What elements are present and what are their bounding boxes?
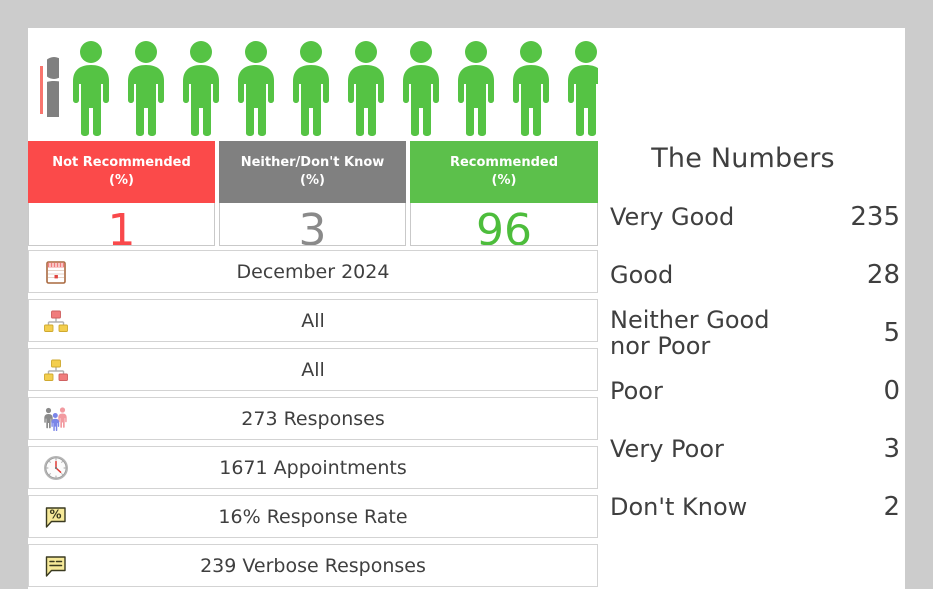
numbers-row-label: Neither Good nor Poor — [610, 306, 770, 360]
pictogram-person — [64, 38, 118, 138]
comment-bubble-icon — [41, 551, 71, 581]
pictogram-person — [449, 38, 503, 138]
pictogram-partial-red-sliver — [40, 66, 43, 114]
metric-header-line2: (%) — [491, 173, 517, 188]
numbers-row-label: Good — [610, 261, 674, 289]
numbers-row-very-poor: Very Poor 3 — [610, 420, 900, 478]
pictogram-person — [504, 38, 558, 138]
numbers-row-dont-know: Don't Know 2 — [610, 478, 900, 536]
metric-column-not-recommended: Not Recommended (%) 1 — [28, 141, 215, 246]
numbers-row-value: 28 — [866, 260, 900, 290]
detail-row-appointments[interactable]: 1671 Appointments — [28, 446, 598, 489]
numbers-row-value: 3 — [883, 434, 900, 464]
numbers-row-value: 0 — [883, 376, 900, 406]
detail-row-organisation[interactable]: All — [28, 299, 598, 342]
numbers-row-neither-good-nor-poor: Neither Good nor Poor 5 — [610, 304, 900, 362]
dashboard-page: Not Recommended (%) 1 Neither/Don't Know… — [28, 28, 905, 589]
metric-value-neither: 3 — [298, 205, 327, 246]
numbers-row-label: Don't Know — [610, 493, 748, 521]
numbers-row-label: Very Good — [610, 203, 735, 231]
numbers-row-poor: Poor 0 — [610, 362, 900, 420]
pictogram-person — [559, 38, 598, 138]
metric-column-neither: Neither/Don't Know (%) 3 — [219, 141, 406, 246]
headline-metrics-table: Not Recommended (%) 1 Neither/Don't Know… — [28, 141, 598, 246]
people-group-icon — [41, 404, 71, 434]
pictogram-partial-grey-person — [47, 54, 59, 117]
org-chart-yellow-parent-icon — [41, 355, 71, 385]
numbers-row-label: Poor — [610, 377, 663, 405]
metric-header-line2: (%) — [109, 173, 134, 188]
detail-row-label: December 2024 — [236, 260, 390, 283]
detail-row-label: 239 Verbose Responses — [200, 554, 426, 577]
metric-header-line1: Neither/Don't Know — [240, 155, 385, 170]
detail-row-period[interactable]: December 2024 — [28, 250, 598, 293]
numbers-row-label: Very Poor — [610, 435, 724, 463]
clock-icon — [41, 453, 71, 483]
detail-row-label: 16% Response Rate — [218, 505, 408, 528]
metric-header-line2: (%) — [300, 173, 325, 188]
numbers-panel-title: The Numbers — [651, 143, 835, 174]
metric-header-line1: Recommended — [449, 155, 559, 170]
org-chart-red-parent-icon — [41, 306, 71, 336]
detail-row-label: All — [301, 309, 325, 332]
metric-header-line1: Not Recommended — [52, 155, 191, 170]
numbers-row-very-good: Very Good 235 — [610, 188, 900, 246]
numbers-row-good: Good 28 — [610, 246, 900, 304]
pictogram-person — [174, 38, 228, 138]
numbers-row-value: 2 — [883, 492, 900, 522]
metric-column-recommended: Recommended (%) 96 — [410, 141, 598, 246]
svg-text:%: % — [49, 507, 61, 521]
detail-row-response-rate[interactable]: % 16% Response Rate — [28, 495, 598, 538]
numbers-row-value: 5 — [883, 318, 900, 348]
calendar-icon — [41, 257, 71, 287]
metric-value-not-recommended: 1 — [107, 205, 136, 246]
pictogram-person — [284, 38, 338, 138]
metric-value-cell-recommended: 96 — [410, 203, 598, 246]
numbers-row-value: 235 — [850, 202, 900, 232]
detail-rows-list: December 2024 All All 273 Responses 1671… — [28, 250, 598, 589]
left-column: Not Recommended (%) 1 Neither/Don't Know… — [28, 28, 598, 589]
pictogram-person — [119, 38, 173, 138]
metric-header-not-recommended: Not Recommended (%) — [28, 141, 215, 203]
metric-value-cell-neither: 3 — [219, 203, 406, 246]
metric-value-recommended: 96 — [476, 205, 532, 246]
detail-row-sub-organisation[interactable]: All — [28, 348, 598, 391]
detail-row-label: 1671 Appointments — [219, 456, 407, 479]
detail-row-responses[interactable]: 273 Responses — [28, 397, 598, 440]
metric-header-neither: Neither/Don't Know (%) — [219, 141, 406, 203]
detail-row-verbose-responses[interactable]: 239 Verbose Responses — [28, 544, 598, 587]
pictogram-person — [339, 38, 393, 138]
metric-header-recommended: Recommended (%) — [410, 141, 598, 203]
pictogram-chart — [28, 28, 598, 140]
metric-value-cell-not-recommended: 1 — [28, 203, 215, 246]
pictogram-person — [229, 38, 283, 138]
pictogram-person — [394, 38, 448, 138]
detail-row-label: All — [301, 358, 325, 381]
person-glyph-grey — [47, 57, 59, 117]
numbers-panel: The Numbers Very Good 235 Good 28 Neithe… — [598, 28, 905, 589]
numbers-panel-list: Very Good 235 Good 28 Neither Good nor P… — [610, 188, 900, 536]
percent-bubble-icon: % — [41, 502, 71, 532]
detail-row-label: 273 Responses — [241, 407, 385, 430]
